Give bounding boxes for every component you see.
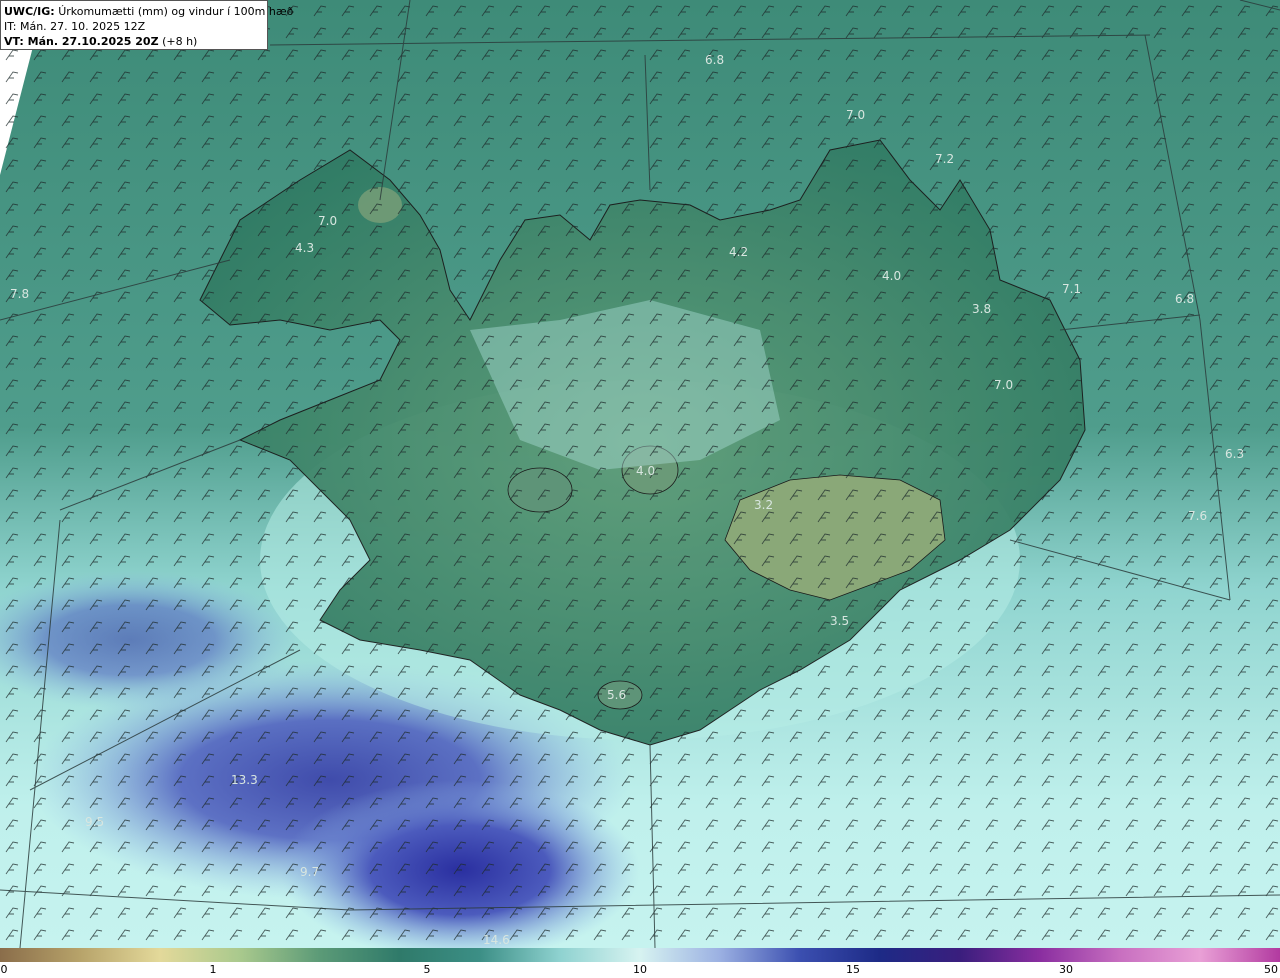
colorbar-tick: 0 xyxy=(0,963,8,976)
valid-time: VT: Mán. 27.10.2025 20Z xyxy=(4,35,159,48)
map-label: 4.3 xyxy=(295,241,314,255)
valid-time-line: VT: Mán. 27.10.2025 20Z (+8 h) xyxy=(4,34,264,49)
map-label: 6.8 xyxy=(1175,292,1194,306)
map-label: 13.3 xyxy=(231,773,258,787)
initial-time: IT: Mán. 27. 10. 2025 12Z xyxy=(4,20,146,33)
colorbar xyxy=(0,948,1280,962)
map-label: 7.0 xyxy=(318,214,337,228)
map-label: 14.6 xyxy=(483,933,510,947)
map-label: 7.8 xyxy=(10,287,29,301)
colorbar-tick: 50 xyxy=(1264,963,1278,976)
colorbar-ticks: 0 1 5 10 15 30 50 xyxy=(0,962,1280,978)
product-description: Úrkomumætti (mm) og vindur í 100m hæð xyxy=(58,5,294,18)
map-label: 4.0 xyxy=(882,269,901,283)
map-label: 9.7 xyxy=(300,865,319,879)
map-label: 4.2 xyxy=(729,245,748,259)
title-line: UWC/IG: Úrkomumætti (mm) og vindur í 100… xyxy=(4,4,293,19)
info-box: UWC/IG: Úrkomumætti (mm) og vindur í 100… xyxy=(0,0,293,50)
map-label: 5.6 xyxy=(607,688,626,702)
colorbar-tick: 10 xyxy=(633,963,647,976)
map-label: 3.5 xyxy=(830,614,849,628)
colorbar-tick: 5 xyxy=(423,963,431,976)
map-label: 7.0 xyxy=(846,108,865,122)
product-code: UWC/IG: xyxy=(4,5,55,18)
map-label: 6.8 xyxy=(705,53,724,67)
map-label: 7.6 xyxy=(1188,509,1207,523)
map-label: 7.0 xyxy=(994,378,1013,392)
colorbar-tick: 1 xyxy=(209,963,217,976)
map-label: 7.2 xyxy=(935,152,954,166)
map-label: 3.2 xyxy=(754,498,773,512)
map-label: 7.1 xyxy=(1062,282,1081,296)
valid-offset: (+8 h) xyxy=(162,35,198,48)
map-label: 6.3 xyxy=(1225,447,1244,461)
map-label: 3.8 xyxy=(972,302,991,316)
map-label: 4.0 xyxy=(636,464,655,478)
map-label: 9.5 xyxy=(85,815,104,829)
precipitation-wind-map: 6.8 7.0 7.2 7.0 4.3 4.2 4.0 3.8 7.1 6.8 … xyxy=(0,0,1280,948)
colorbar-tick: 30 xyxy=(1059,963,1073,976)
colorbar-tick: 15 xyxy=(846,963,860,976)
